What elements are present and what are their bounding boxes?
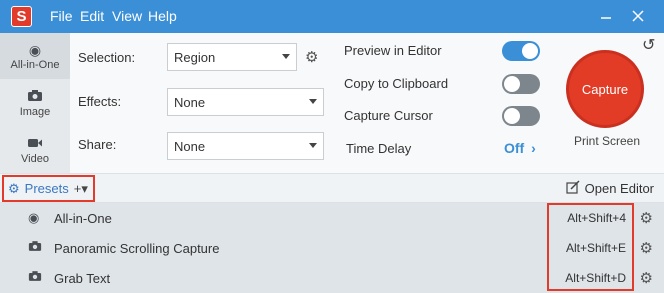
preset-row[interactable]: Panoramic Scrolling Capture Alt+Shift+E … bbox=[0, 233, 664, 263]
minimize-icon[interactable] bbox=[594, 4, 618, 28]
capture-cursor-toggle[interactable] bbox=[502, 106, 540, 126]
preset-name: Grab Text bbox=[54, 271, 111, 286]
video-camera-icon bbox=[27, 136, 43, 153]
capture-button[interactable]: Capture bbox=[566, 50, 644, 128]
preset-name: Panoramic Scrolling Capture bbox=[54, 241, 220, 256]
copy-to-clipboard-toggle[interactable] bbox=[502, 74, 540, 94]
radio-target-icon: ◉ bbox=[28, 210, 40, 225]
capture-button-label: Capture bbox=[581, 81, 629, 97]
effects-label: Effects: bbox=[78, 94, 122, 109]
chevron-down-icon bbox=[309, 99, 317, 104]
share-label: Share: bbox=[78, 137, 117, 152]
title-bar: S File Edit View Help bbox=[0, 0, 664, 33]
time-delay-value: Off bbox=[504, 140, 525, 156]
open-editor-label: Open Editor bbox=[584, 181, 654, 196]
preset-gear-icon[interactable]: ⚙ bbox=[640, 239, 653, 257]
tab-image[interactable]: Image bbox=[0, 80, 70, 126]
tab-label: Video bbox=[21, 152, 49, 165]
tab-label: Image bbox=[19, 105, 51, 118]
camera-icon bbox=[28, 270, 42, 285]
tab-video[interactable]: Video bbox=[0, 127, 70, 173]
preset-gear-icon[interactable]: ⚙ bbox=[640, 269, 653, 287]
preview-in-editor-toggle[interactable] bbox=[502, 41, 540, 61]
preset-row[interactable]: ◉ All-in-One Alt+Shift+4 ⚙ bbox=[0, 203, 664, 233]
selection-gear-icon[interactable]: ⚙ bbox=[305, 48, 318, 66]
time-delay-label: Time Delay bbox=[346, 141, 412, 156]
toggle-knob bbox=[522, 43, 538, 59]
chevron-down-icon bbox=[309, 143, 317, 148]
toggle-knob bbox=[504, 76, 520, 92]
share-dropdown[interactable]: None bbox=[167, 132, 324, 160]
preview-in-editor-label: Preview in Editor bbox=[344, 43, 442, 58]
selection-label: Selection: bbox=[78, 50, 136, 65]
preset-row[interactable]: Grab Text Alt+Shift+D ⚙ bbox=[0, 263, 664, 293]
effects-value: None bbox=[174, 95, 206, 110]
presets-label: Presets bbox=[24, 181, 69, 196]
preset-hotkey: Alt+Shift+E bbox=[565, 241, 626, 255]
camera-icon bbox=[27, 89, 43, 106]
share-value: None bbox=[174, 139, 206, 154]
preset-hotkey: Alt+Shift+4 bbox=[567, 211, 626, 225]
open-editor-icon bbox=[566, 180, 580, 197]
camera-icon bbox=[28, 240, 42, 255]
tab-label: All-in-One bbox=[10, 58, 60, 71]
preset-gear-icon[interactable]: ⚙ bbox=[640, 209, 653, 227]
add-preset-icon[interactable]: +▾ bbox=[74, 181, 88, 197]
preset-name: All-in-One bbox=[54, 211, 112, 226]
preset-list: ◉ All-in-One Alt+Shift+4 ⚙ Panoramic Scr… bbox=[0, 203, 664, 293]
menu-edit[interactable]: Edit bbox=[80, 8, 104, 24]
chevron-right-icon: › bbox=[531, 140, 536, 156]
menu-help[interactable]: Help bbox=[148, 8, 177, 24]
chevron-down-icon bbox=[282, 54, 290, 59]
effects-dropdown[interactable]: None bbox=[167, 88, 324, 116]
presets-gear-icon: ⚙ bbox=[8, 180, 20, 196]
menu-view[interactable]: View bbox=[112, 8, 142, 24]
presets-button[interactable]: ⚙ Presets +▾ bbox=[2, 175, 95, 202]
capture-mode-tabs: ◉ All-in-One Image Video bbox=[0, 33, 70, 173]
menu-file[interactable]: File bbox=[50, 8, 73, 24]
open-editor-button[interactable]: Open Editor bbox=[566, 180, 654, 197]
capture-hotkey-label: Print Screen bbox=[574, 134, 641, 148]
app-logo-icon[interactable]: S bbox=[11, 6, 32, 27]
capture-cursor-label: Capture Cursor bbox=[344, 108, 433, 123]
copy-to-clipboard-label: Copy to Clipboard bbox=[344, 76, 449, 91]
time-delay-control[interactable]: Off › bbox=[504, 140, 536, 156]
presets-bar: ⚙ Presets +▾ Open Editor bbox=[0, 173, 664, 203]
tab-all-in-one[interactable]: ◉ All-in-One bbox=[0, 33, 70, 79]
radio-target-icon: ◉ bbox=[28, 41, 42, 58]
toggle-knob bbox=[504, 108, 520, 124]
capture-settings-panel: Selection: Region ⚙ Effects: None Share:… bbox=[70, 33, 664, 173]
selection-value: Region bbox=[174, 50, 216, 65]
close-icon[interactable] bbox=[626, 4, 650, 28]
preset-hotkey: Alt+Shift+D bbox=[565, 271, 626, 285]
reset-icon[interactable]: ↺ bbox=[642, 35, 655, 55]
selection-dropdown[interactable]: Region bbox=[167, 43, 297, 71]
